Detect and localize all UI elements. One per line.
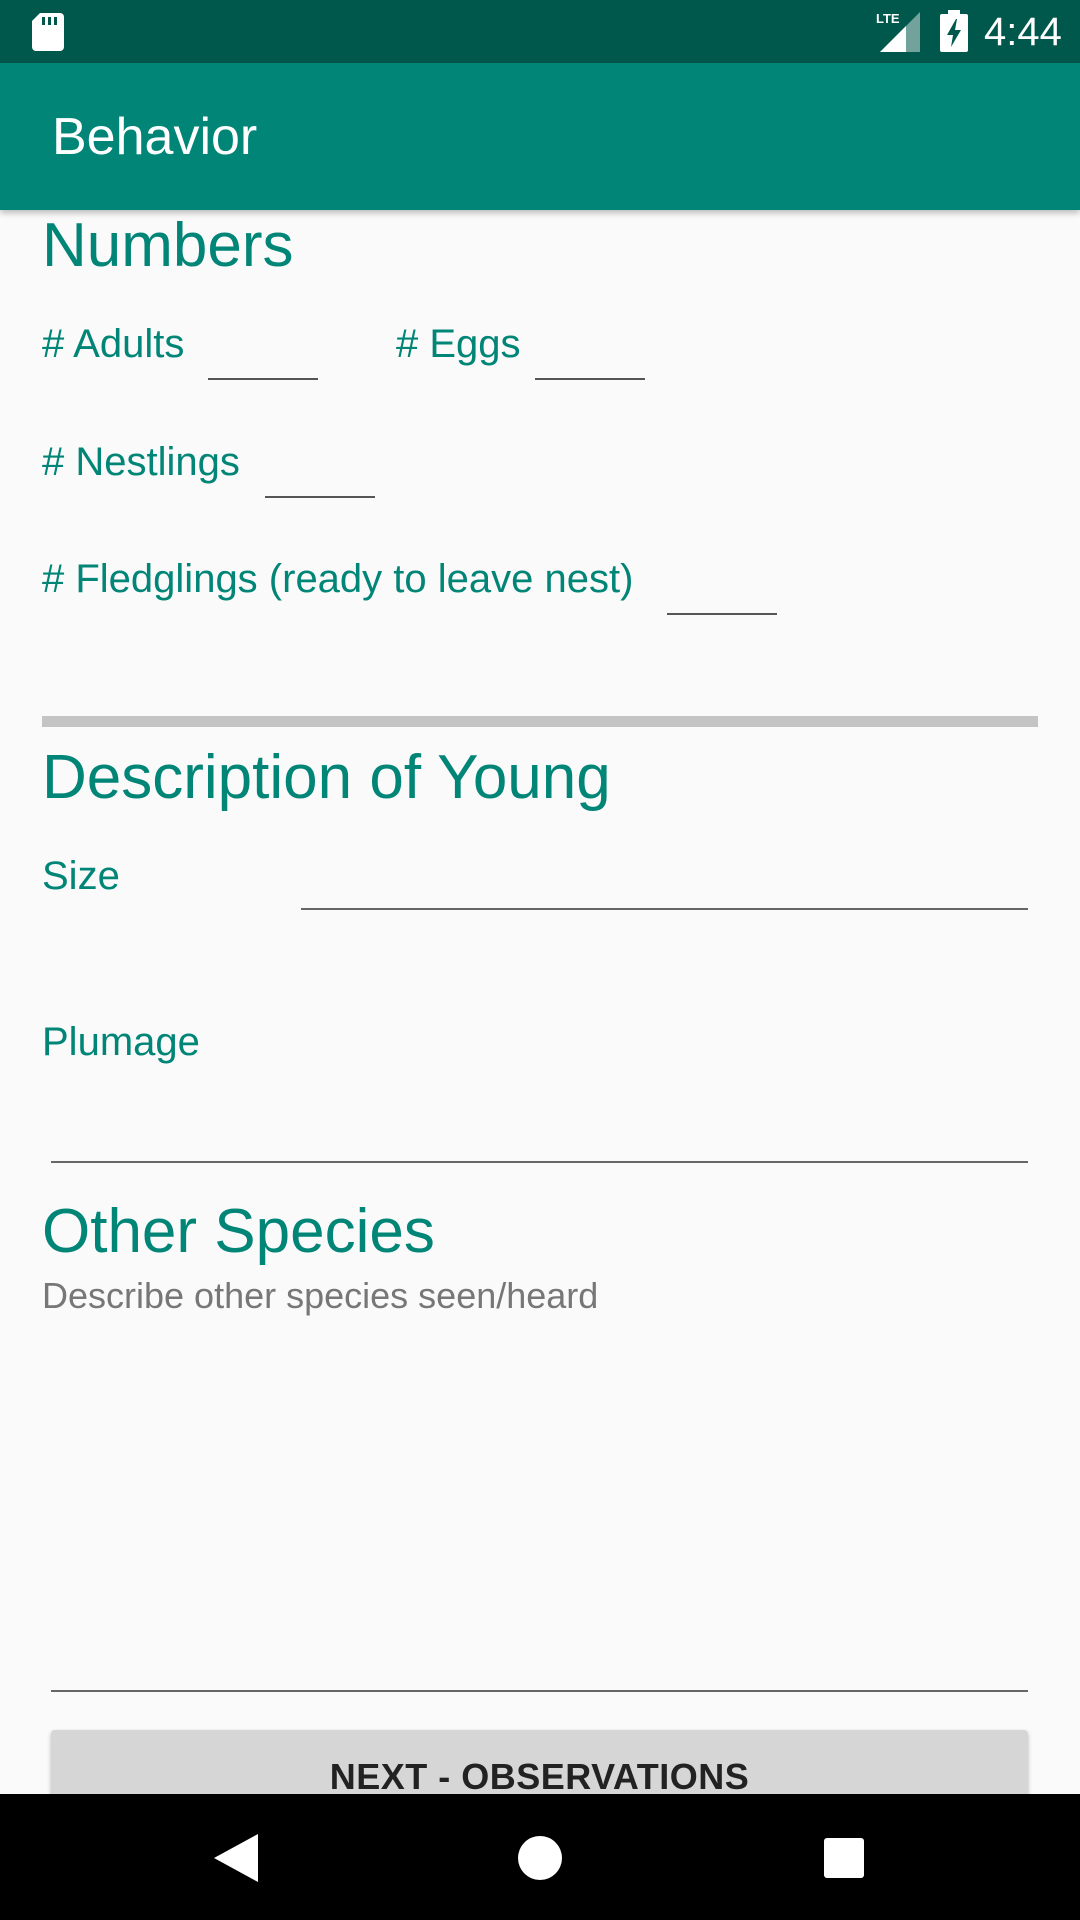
plumage-label: Plumage <box>42 1020 200 1064</box>
lte-signal-icon: LTE <box>876 11 920 52</box>
fledglings-input[interactable] <box>667 573 777 615</box>
next-observations-button[interactable]: NEXT - OBSERVATIONS <box>51 1730 1028 1794</box>
fledglings-label: # Fledglings (ready to leave nest) <box>42 557 634 601</box>
form-content[interactable]: Numbers # Adults # Eggs # Nestlings # Fl… <box>0 210 1080 1794</box>
status-time: 4:44 <box>984 10 1062 54</box>
section-divider <box>42 716 1038 727</box>
sd-card-icon <box>32 13 64 51</box>
battery-charging-icon <box>940 10 968 52</box>
numbers-heading: Numbers <box>42 211 294 280</box>
young-heading: Description of Young <box>42 743 611 812</box>
network-type-label: LTE <box>876 11 900 26</box>
status-bar: LTE 4:44 <box>0 0 1080 63</box>
size-label: Size <box>42 854 120 898</box>
adults-input[interactable] <box>208 338 318 380</box>
recents-icon[interactable] <box>824 1838 864 1878</box>
screen: LTE 4:44 Behavior Numbers # Adults # Egg… <box>0 0 1080 1920</box>
home-icon[interactable] <box>518 1836 562 1880</box>
other-species-underline <box>51 1690 1028 1692</box>
adults-label: # Adults <box>42 322 185 366</box>
app-bar: Behavior <box>0 63 1080 210</box>
other-species-input[interactable]: Describe other species seen/heard <box>42 1274 598 1318</box>
page-title: Behavior <box>52 108 258 166</box>
nestlings-label: # Nestlings <box>42 440 240 484</box>
other-species-heading: Other Species <box>42 1197 435 1266</box>
back-icon[interactable] <box>214 1834 258 1882</box>
plumage-input[interactable] <box>51 1161 1028 1163</box>
size-input[interactable] <box>301 908 1028 910</box>
nestlings-input[interactable] <box>265 456 375 498</box>
eggs-label: # Eggs <box>396 322 521 366</box>
next-button-label: NEXT - OBSERVATIONS <box>329 1756 750 1794</box>
eggs-input[interactable] <box>535 338 645 380</box>
navigation-bar <box>0 1794 1080 1920</box>
